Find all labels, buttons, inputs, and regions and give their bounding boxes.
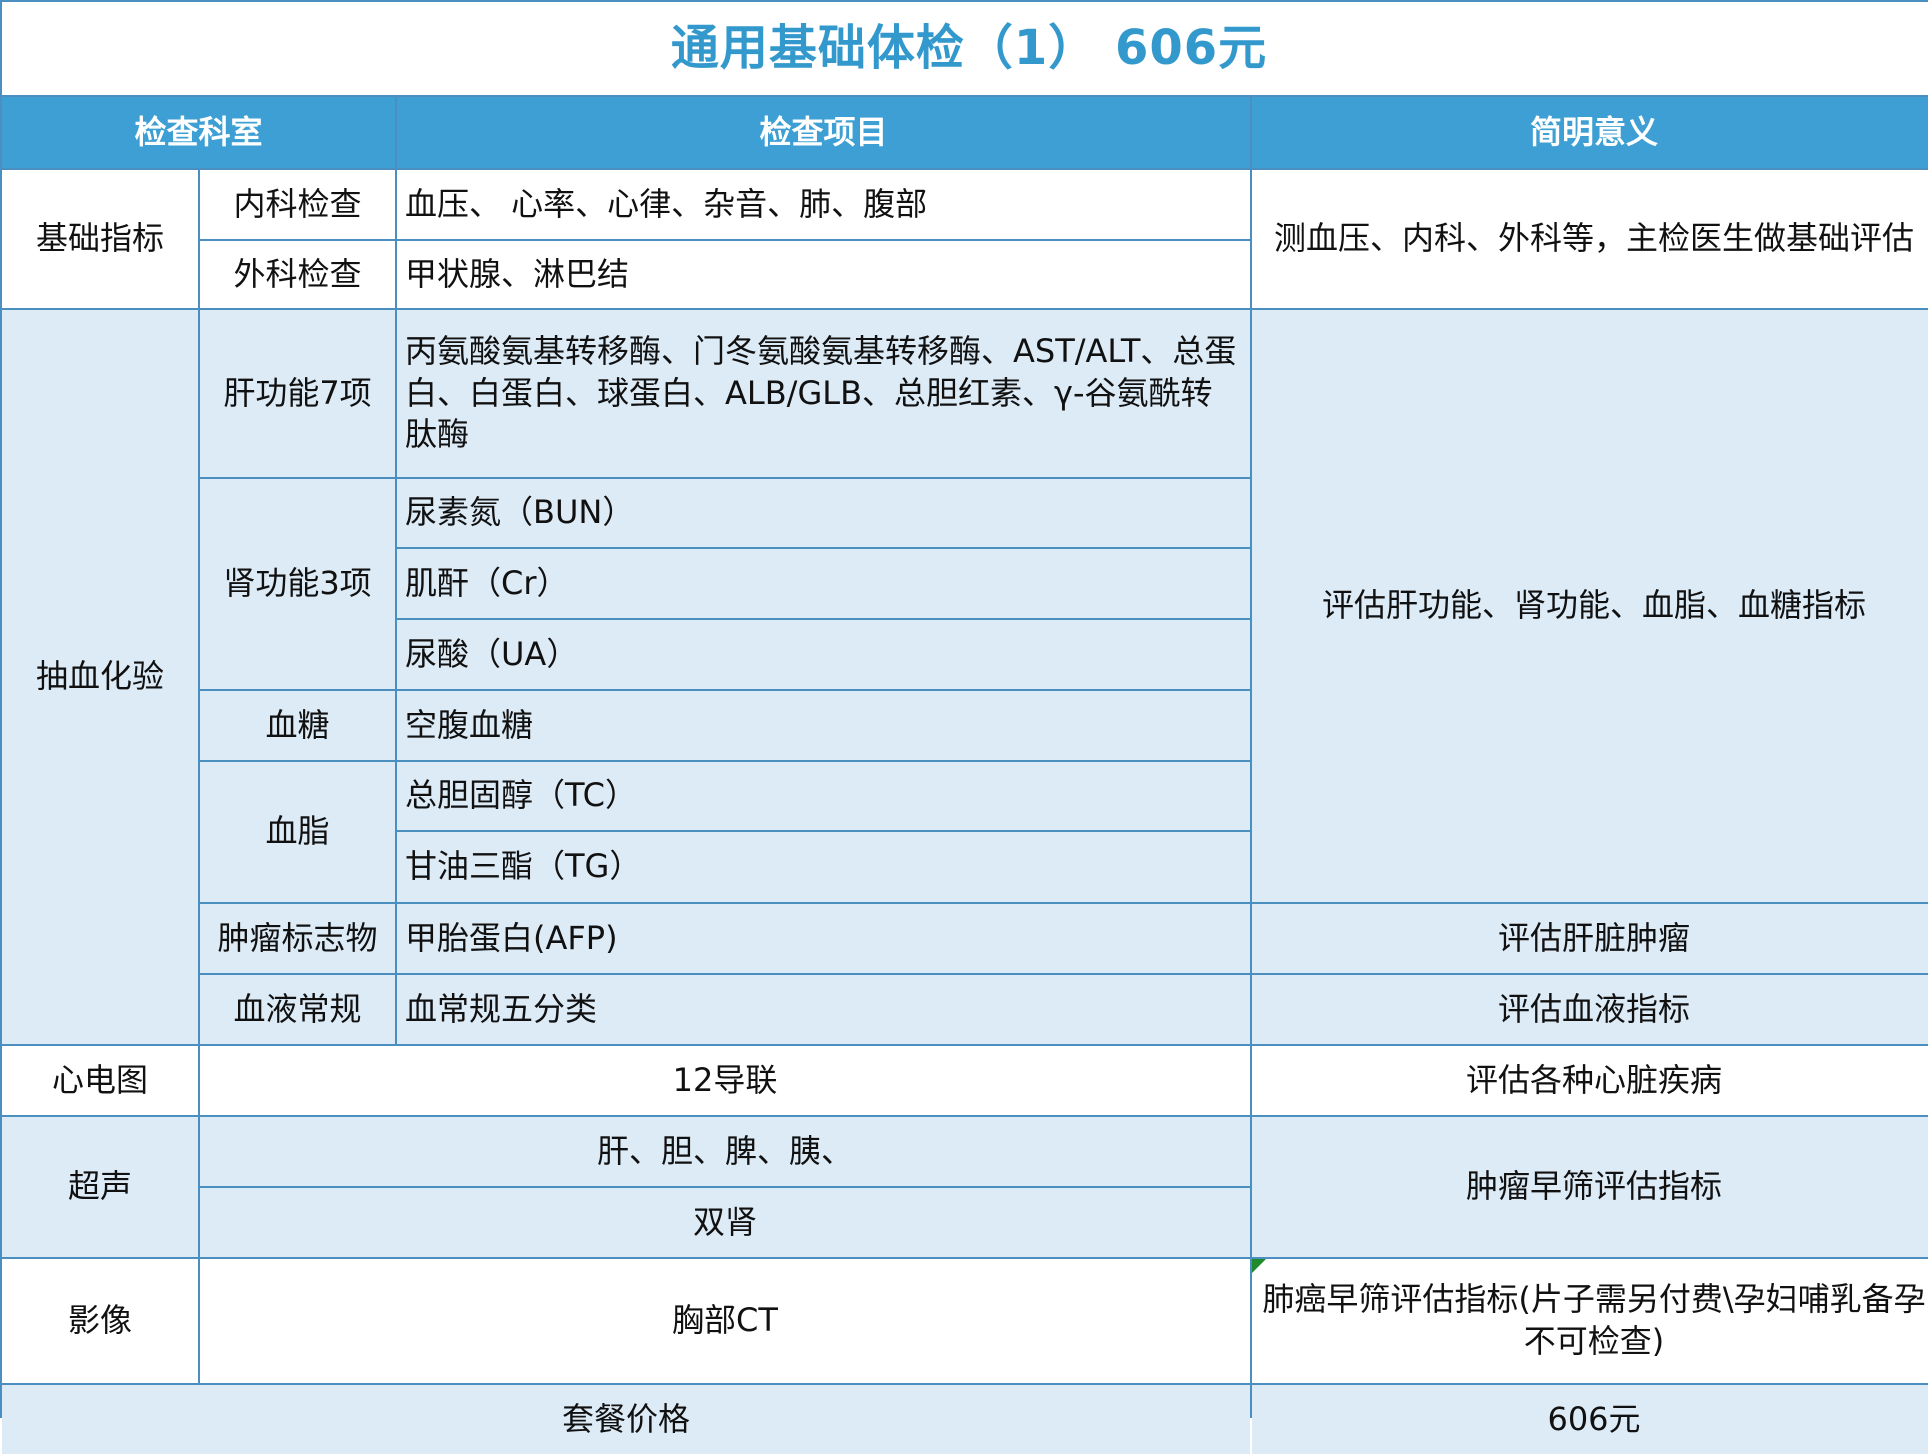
meaning-tumor: 评估肝脏肿瘤	[1252, 904, 1928, 973]
item-bun: 尿素氮（BUN）	[397, 479, 1250, 547]
item-routine: 血常规五分类	[397, 975, 1250, 1044]
item-surgical: 甲状腺、淋巴结	[397, 241, 1250, 308]
header-meaning: 简明意义	[1252, 97, 1928, 168]
meaning-imaging: 肺癌早筛评估指标(片子需另付费\孕妇哺乳备孕不可检查)	[1252, 1259, 1928, 1383]
price-label: 套餐价格	[2, 1385, 1250, 1454]
header-dept: 检查科室	[2, 97, 395, 168]
group-ecg: 心电图	[2, 1046, 198, 1115]
group-basic: 基础指标	[2, 170, 198, 308]
package-table: 通用基础体检（1） 606元 检查科室 检查项目 简明意义 基础指标 内科检查 …	[0, 0, 1928, 1454]
item-internal: 血压、 心率、心律、杂音、肺、腹部	[397, 170, 1250, 239]
sub-sugar: 血糖	[200, 691, 395, 760]
item-tc: 总胆固醇（TC）	[397, 762, 1250, 830]
item-tg: 甘油三酯（TG）	[397, 832, 1250, 902]
sub-lipid: 血脂	[200, 762, 395, 902]
item-imaging: 胸部CT	[200, 1259, 1250, 1383]
item-ultrasound-kidney: 双肾	[200, 1188, 1250, 1257]
item-cr: 肌酐（Cr）	[397, 549, 1250, 618]
meaning-routine: 评估血液指标	[1252, 975, 1928, 1044]
price-value: 606元	[1252, 1385, 1928, 1454]
item-tumor: 甲胎蛋白(AFP)	[397, 904, 1250, 973]
meaning-ecg: 评估各种心脏疾病	[1252, 1046, 1928, 1115]
meaning-blood: 评估肝功能、肾功能、血脂、血糖指标	[1252, 310, 1928, 902]
item-ultrasound-abdomen: 肝、胆、脾、胰、	[200, 1117, 1250, 1186]
item-liver: 丙氨酸氨基转移酶、门冬氨酸氨基转移酶、AST/ALT、总蛋白、白蛋白、球蛋白、A…	[397, 310, 1250, 477]
group-imaging: 影像	[2, 1259, 198, 1383]
header-item: 检查项目	[397, 97, 1250, 168]
item-sugar: 空腹血糖	[397, 691, 1250, 760]
sub-liver: 肝功能7项	[200, 310, 395, 477]
group-blood: 抽血化验	[2, 310, 198, 1044]
sub-surgical: 外科检查	[200, 241, 395, 308]
group-ultrasound: 超声	[2, 1117, 198, 1257]
sub-routine: 血液常规	[200, 975, 395, 1044]
item-ecg: 12导联	[200, 1046, 1250, 1115]
page-title: 通用基础体检（1） 606元	[2, 2, 1928, 95]
sub-internal: 内科检查	[200, 170, 395, 239]
sub-kidney: 肾功能3项	[200, 479, 395, 689]
meaning-ultrasound: 肿瘤早筛评估指标	[1252, 1117, 1928, 1257]
item-ua: 尿酸（UA）	[397, 620, 1250, 689]
sub-tumor: 肿瘤标志物	[200, 904, 395, 973]
meaning-basic: 测血压、内科、外科等，主检医生做基础评估	[1252, 170, 1928, 308]
